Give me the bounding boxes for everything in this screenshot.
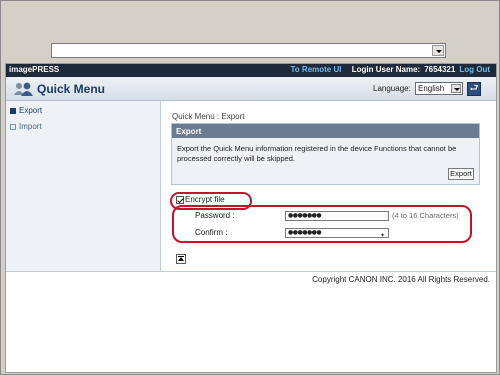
login-user-value: 7654321 — [424, 65, 456, 74]
remote-ui-page: imagePRESS To Remote UI Login User Name:… — [5, 63, 497, 373]
confirm-label: Confirm : — [195, 228, 228, 237]
export-panel: Export Export the Quick Menu information… — [171, 123, 480, 185]
bullet-icon — [10, 107, 16, 114]
language-value: English — [418, 84, 445, 93]
refresh-button[interactable]: ⮐ — [467, 82, 481, 96]
key-icon: ✦ — [380, 233, 386, 239]
page-title: Quick Menu — [37, 82, 106, 96]
chevron-down-icon[interactable] — [432, 45, 444, 56]
logout-link[interactable]: Log Out — [459, 65, 490, 74]
language-label: Language: — [373, 84, 411, 93]
browser-window: imagePRESS To Remote UI Login User Name:… — [0, 0, 500, 375]
sidebar-item-label: Import — [19, 122, 42, 131]
bullet-icon — [10, 123, 16, 130]
refresh-icon: ⮐ — [469, 83, 479, 94]
header-links: To Remote UI Login User Name: 7654321 Log … — [283, 65, 490, 74]
language-select[interactable]: English — [415, 82, 463, 95]
main-content: Quick Menu : Export Export Export the Qu… — [162, 101, 496, 271]
export-button[interactable]: Export — [448, 168, 474, 180]
header-bar: imagePRESS To Remote UI Login User Name:… — [6, 64, 496, 77]
divider — [6, 271, 496, 272]
copyright-text: Copyright CANON INC. 2016 All Rights Res… — [312, 275, 490, 284]
encrypt-checkbox[interactable] — [176, 195, 184, 204]
title-bar: Quick Menu Language: English ⮐ — [6, 77, 496, 101]
panel-description: Export the Quick Menu information regist… — [177, 144, 457, 163]
brand-name: imagePRESS — [9, 65, 60, 74]
password-hint: (4 to 16 Characters) — [392, 211, 459, 220]
quick-menu-icon — [14, 82, 33, 96]
sidebar-item-import[interactable]: Import — [10, 122, 42, 133]
encrypt-file-label: Encrypt file — [185, 195, 225, 204]
back-to-top-button[interactable] — [176, 254, 186, 264]
confirm-field[interactable]: ●●●●●●● — [285, 228, 389, 238]
panel-heading: Export — [172, 124, 479, 138]
sidebar-item-export[interactable]: Export — [10, 106, 42, 117]
password-field[interactable]: ●●●●●●● — [285, 211, 389, 221]
browser-toolbar — [5, 5, 497, 41]
chevron-down-icon[interactable] — [451, 84, 461, 93]
address-dropdown[interactable] — [51, 43, 446, 58]
to-remote-ui-link[interactable]: To Remote UI — [291, 65, 342, 74]
sidebar: Export Import — [6, 101, 161, 271]
sidebar-item-label: Export — [19, 106, 43, 115]
login-user-label: Login User Name: — [351, 65, 421, 74]
breadcrumb: Quick Menu : Export — [172, 112, 245, 121]
password-label: Password : — [195, 211, 235, 220]
